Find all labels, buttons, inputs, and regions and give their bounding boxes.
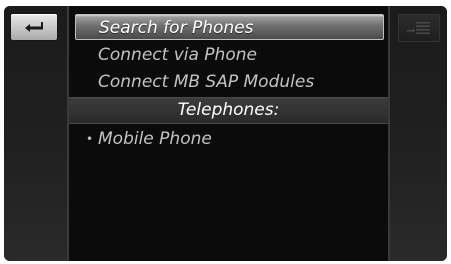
section-header-label: Telephones: xyxy=(177,100,280,120)
menu-item-label: Connect via Phone xyxy=(98,45,257,65)
list-menu-icon xyxy=(407,22,430,34)
list-options-button[interactable] xyxy=(398,14,440,42)
bullet-icon: • xyxy=(86,132,94,146)
menu-item-connect-via-phone[interactable]: Connect via Phone xyxy=(69,42,388,68)
menu-list: Search for Phones Connect via Phone Conn… xyxy=(69,6,388,261)
device-label: Mobile Phone xyxy=(98,129,212,149)
left-side-panel xyxy=(4,6,69,261)
telephone-menu-screen: Search for Phones Connect via Phone Conn… xyxy=(4,6,447,261)
menu-item-label: Connect MB SAP Modules xyxy=(98,72,315,92)
menu-item-connect-mb-sap-modules[interactable]: Connect MB SAP Modules xyxy=(69,69,388,95)
menu-item-search-for-phones[interactable]: Search for Phones xyxy=(75,14,384,40)
telephones-section-header: Telephones: xyxy=(69,97,388,124)
back-arrow-icon xyxy=(25,22,43,32)
back-button[interactable] xyxy=(11,14,57,40)
menu-item-label: Search for Phones xyxy=(99,18,254,38)
device-item-mobile-phone[interactable]: • Mobile Phone xyxy=(69,126,388,152)
right-side-panel xyxy=(388,6,447,261)
